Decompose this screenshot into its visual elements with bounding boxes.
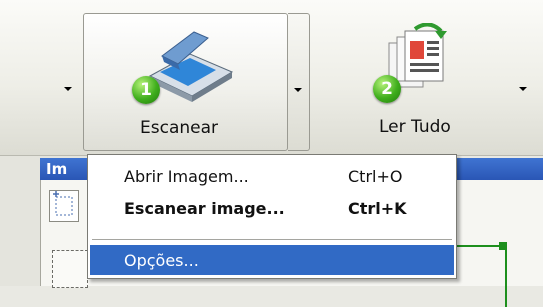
select-tool-button[interactable] <box>49 190 79 222</box>
scan-dropdown-arrow[interactable] <box>288 13 310 151</box>
scan-button[interactable]: 1 Escanear <box>83 13 288 151</box>
selection-handle[interactable] <box>499 242 507 250</box>
scan-button-label: Escanear <box>140 118 219 138</box>
menu-item-scan-image[interactable]: Escanear image... Ctrl+K <box>90 193 454 223</box>
menu-separator <box>92 239 452 240</box>
left-dropdown-arrow[interactable] <box>40 13 76 151</box>
read-all-button-label: Ler Tudo <box>379 117 451 137</box>
selection-tool-icon <box>53 191 73 216</box>
menu-item-options[interactable]: Opções... <box>90 245 454 275</box>
menu-item-shortcut: Ctrl+O <box>348 166 403 186</box>
read-all-dropdown-arrow[interactable] <box>505 13 541 151</box>
menu-item-label: Abrir Imagem... <box>124 166 249 186</box>
menu-item-label: Escanear image... <box>124 198 285 218</box>
read-all-button[interactable]: 2 Ler Tudo <box>345 13 495 151</box>
chevron-down-icon <box>64 87 72 91</box>
menu-item-label: Opções... <box>124 250 199 270</box>
selection-frame <box>455 245 507 307</box>
step-1-badge: 1 <box>132 76 160 104</box>
scan-dropdown-menu: Abrir Imagem... Ctrl+O Escanear image...… <box>87 154 457 279</box>
menu-item-open-image[interactable]: Abrir Imagem... Ctrl+O <box>90 161 454 191</box>
toolbar: 1 Escanear 2 Ler Tudo <box>0 0 543 156</box>
chevron-down-icon <box>519 87 527 91</box>
chevron-down-icon <box>294 88 302 92</box>
step-2-badge: 2 <box>373 75 401 103</box>
menu-item-shortcut: Ctrl+K <box>348 198 407 218</box>
image-frame <box>52 250 88 288</box>
